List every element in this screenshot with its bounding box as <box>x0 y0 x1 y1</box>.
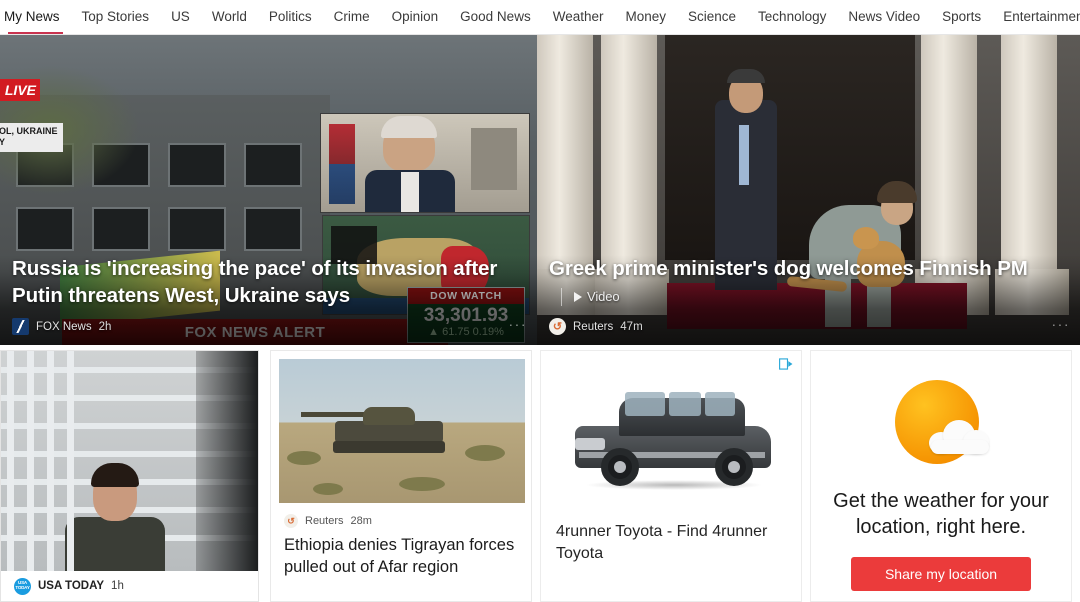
nav-item-us[interactable]: US <box>160 0 201 34</box>
hero-meta: ↺ Reuters 47m <box>549 318 1068 335</box>
ad-choices-icon[interactable] <box>779 357 793 370</box>
ad-image-suv <box>541 365 801 515</box>
card-image-tank <box>279 359 525 503</box>
nav-label: Opinion <box>391 9 439 24</box>
video-badge: Video <box>561 288 620 306</box>
nav-item-entertainment[interactable]: Entertainment <box>992 0 1080 34</box>
hero-source: Reuters <box>573 320 614 333</box>
nav-item-science[interactable]: Science <box>677 0 747 34</box>
nav-label: Crime <box>333 9 370 24</box>
reuters-logo-icon: ↺ <box>284 514 298 528</box>
card-body: ↺ Reuters 28m Ethiopia denies Tigrayan f… <box>270 350 532 602</box>
hero-source: FOX News <box>36 320 92 333</box>
hero-timestamp: 47m <box>620 320 643 333</box>
hero-row: LIVE OL, UKRAINE Y Russia is 'increasing… <box>0 35 1080 345</box>
nav-item-sports[interactable]: Sports <box>931 0 992 34</box>
live-badge: LIVE <box>0 79 40 101</box>
card-body: 4runner Toyota - Find 4runner Toyota <box>540 350 802 602</box>
hero-card-greek-pm-dog[interactable]: Greek prime minister's dog welcomes Finn… <box>537 35 1080 345</box>
broadcast-inset-anchor <box>320 113 530 213</box>
nav-item-politics[interactable]: Politics <box>258 0 323 34</box>
hero-headline: Russia is 'increasing the pace' of its i… <box>12 256 498 307</box>
news-feed: LIVE OL, UKRAINE Y Russia is 'increasing… <box>0 35 1080 602</box>
weather-location-card[interactable]: Get the weather for your location, right… <box>810 345 1080 602</box>
nav-item-world[interactable]: World <box>201 0 258 34</box>
nav-item-technology[interactable]: Technology <box>747 0 837 34</box>
ad-card-toyota-4runner[interactable]: 4runner Toyota - Find 4runner Toyota <box>540 345 810 602</box>
ad-headline: 4runner Toyota - Find 4runner Toyota <box>556 523 768 562</box>
nav-item-my-news[interactable]: My News <box>0 0 71 34</box>
top-navigation[interactable]: My News Top Stories US World Politics Cr… <box>0 0 1080 35</box>
card-meta: USA TODAY USA TODAY 1h <box>1 571 258 601</box>
card-source: Reuters <box>305 515 344 527</box>
nav-item-money[interactable]: Money <box>614 0 677 34</box>
nav-label: Money <box>625 9 667 24</box>
card-image-prisoner <box>1 351 258 573</box>
nav-item-news-video[interactable]: News Video <box>837 0 931 34</box>
nav-item-crime[interactable]: Crime <box>323 0 381 34</box>
nav-label: Good News <box>460 9 531 24</box>
nav-label: Top Stories <box>81 9 150 24</box>
nav-label: News Video <box>848 9 921 24</box>
card-timestamp: 28m <box>350 515 372 527</box>
hero-more-options-button[interactable]: ··· <box>509 317 528 331</box>
nav-item-opinion[interactable]: Opinion <box>381 0 450 34</box>
card-body: USA TODAY USA TODAY 1h <box>0 350 259 602</box>
hero-headline-text: Greek prime minister's dog welcomes Finn… <box>549 256 1028 280</box>
card-headline: Ethiopia denies Tigrayan forces pulled o… <box>284 536 515 577</box>
hero-more-options-button[interactable]: ··· <box>1052 317 1071 331</box>
hero-overlay: Greek prime minister's dog welcomes Finn… <box>537 254 1080 345</box>
hero-headline: Greek prime minister's dog welcomes Finn… <box>549 255 1068 309</box>
hero-overlay: Russia is 'increasing the pace' of its i… <box>0 254 537 345</box>
nav-item-good-news[interactable]: Good News <box>449 0 542 34</box>
nav-item-top-stories[interactable]: Top Stories <box>71 0 161 34</box>
news-card-ethiopia[interactable]: ↺ Reuters 28m Ethiopia denies Tigrayan f… <box>270 345 540 602</box>
cards-row: USA TODAY USA TODAY 1h ↺ Reuters 28m Eth… <box>0 345 1080 602</box>
sun-cloud-icon <box>887 376 995 476</box>
hero-card-russia-invasion[interactable]: LIVE OL, UKRAINE Y Russia is 'increasing… <box>0 35 537 345</box>
nav-label: My News <box>4 9 60 24</box>
play-icon <box>574 291 582 302</box>
nav-label: Science <box>688 9 737 24</box>
reuters-logo-icon: ↺ <box>549 318 566 335</box>
news-card-usa-today[interactable]: USA TODAY USA TODAY 1h <box>0 345 262 602</box>
video-label: Video <box>587 289 620 305</box>
weather-prompt-text: Get the weather for your location, right… <box>833 490 1049 538</box>
hero-meta: FOX News 2h <box>12 318 525 335</box>
nav-label: US <box>171 9 190 24</box>
fox-news-logo-icon <box>12 318 29 335</box>
card-meta: ↺ Reuters 28m <box>284 514 372 528</box>
hero-timestamp: 2h <box>98 320 112 333</box>
card-body: Get the weather for your location, right… <box>810 350 1072 602</box>
usa-today-logo-icon: USA TODAY <box>14 577 31 595</box>
nav-label: Entertainment <box>1003 9 1080 24</box>
card-source: USA TODAY <box>38 580 105 592</box>
nav-label: Politics <box>268 9 312 24</box>
nav-label: Weather <box>552 9 604 24</box>
share-location-button[interactable]: Share my location <box>851 557 1031 591</box>
nav-item-weather[interactable]: Weather <box>542 0 615 34</box>
broadcast-location-label: OL, UKRAINE Y <box>0 123 63 152</box>
nav-label: Technology <box>758 9 827 24</box>
nav-label: World <box>211 9 247 24</box>
nav-label: Sports <box>942 9 982 24</box>
card-timestamp: 1h <box>111 580 124 592</box>
